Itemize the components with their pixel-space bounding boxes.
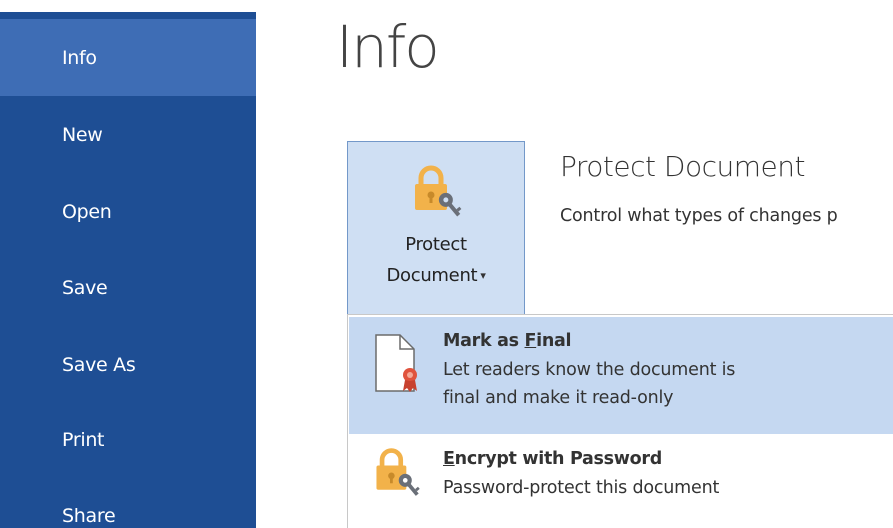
sidebar-item-info[interactable]: Info	[0, 19, 256, 96]
protect-document-menu: Mark as Final Let readers know the docum…	[347, 314, 893, 528]
sidebar-item-save[interactable]: Save	[0, 249, 256, 326]
mark-final-desc-line2: final and make it read-only	[443, 388, 674, 408]
section-description: Control what types of changes p	[560, 206, 838, 226]
backstage-sidebar: Info New Open Save Save As Print Share	[0, 0, 256, 528]
protect-button-label-text: Document	[386, 265, 478, 286]
protect-button-label-line1: Protect	[405, 234, 467, 255]
section-title: Protect Document	[560, 150, 805, 183]
encrypt-description: Password-protect this document	[443, 478, 720, 498]
mark-final-desc-line1: Let readers know the document is	[443, 360, 736, 380]
backstage-view: Info New Open Save Save As Print Share I…	[0, 0, 893, 528]
sidebar-item-save-as[interactable]: Save As	[0, 326, 256, 403]
sidebar-item-new[interactable]: New	[0, 96, 256, 173]
protect-button-label-line2: Document ▾	[348, 265, 524, 286]
sidebar-item-open[interactable]: Open	[0, 173, 256, 250]
mark-final-title-accel: F	[524, 331, 537, 351]
document-ribbon-icon	[374, 333, 422, 399]
encrypt-title: Encrypt with Password	[443, 449, 662, 469]
sidebar-item-print[interactable]: Print	[0, 401, 256, 478]
menu-item-mark-as-final[interactable]: Mark as Final Let readers know the docum…	[349, 317, 893, 434]
sidebar-item-share[interactable]: Share	[0, 477, 256, 528]
menu-item-encrypt-with-password[interactable]: Encrypt with Password Password-protect t…	[349, 437, 893, 528]
encrypt-title-post: ncrypt with Password	[454, 449, 663, 469]
mark-final-title-pre: Mark as	[443, 331, 525, 351]
lock-key-icon	[369, 445, 425, 505]
protect-document-button[interactable]: Protect Document ▾	[347, 141, 525, 315]
page-title: Info	[336, 13, 440, 81]
encrypt-title-accel: E	[443, 449, 455, 469]
sidebar-panel: Info New Open Save Save As Print Share	[0, 12, 256, 528]
mark-final-title: Mark as Final	[443, 331, 572, 351]
lock-key-icon	[407, 162, 467, 222]
chevron-down-icon: ▾	[480, 269, 486, 282]
mark-final-title-post: inal	[536, 331, 572, 351]
